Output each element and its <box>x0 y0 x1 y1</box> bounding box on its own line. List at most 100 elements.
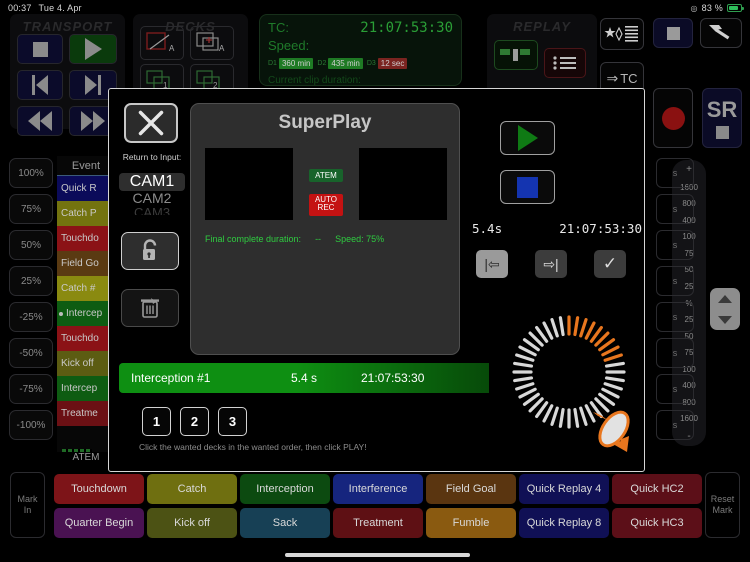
event-button-touchdown[interactable]: Touchdown <box>54 474 144 504</box>
event-button-quick-replay-4[interactable]: Quick Replay 4 <box>519 474 609 504</box>
list-item-selected[interactable]: Intercep <box>57 301 115 326</box>
deck-button-a-plus[interactable]: A <box>190 26 234 60</box>
event-button-fumble[interactable]: Fumble <box>426 508 516 538</box>
replay-inout-button[interactable] <box>494 40 538 70</box>
event-button-interception[interactable]: Interception <box>240 474 330 504</box>
list-item[interactable]: Kick off <box>57 351 115 376</box>
side-slot-button[interactable]: s <box>656 194 694 224</box>
side-slot-button[interactable]: s <box>656 230 694 260</box>
confirm-button[interactable]: ✓ <box>594 250 626 278</box>
play-button[interactable] <box>69 34 117 64</box>
event-list[interactable]: Event Quick R Catch P Touchdo Field Go C… <box>57 156 115 452</box>
goto-tc-label: TC <box>620 70 638 86</box>
event-button-catch[interactable]: Catch <box>147 474 237 504</box>
side-slot-button[interactable]: s <box>656 374 694 404</box>
list-item[interactable]: Quick R <box>57 176 115 201</box>
speed-button-7[interactable]: -100% <box>9 410 53 440</box>
list-item[interactable]: Catch # <box>57 276 115 301</box>
event-button-quarter-begin[interactable]: Quarter Begin <box>54 508 144 538</box>
tc-label: TC: <box>268 20 289 35</box>
jog-tick <box>573 316 580 337</box>
jog-tick <box>573 407 580 428</box>
speed-button-2[interactable]: 50% <box>9 230 53 260</box>
skip-back-icon <box>32 75 48 95</box>
rewind-button[interactable] <box>17 106 63 136</box>
list-item[interactable]: Touchdo <box>57 326 115 351</box>
video-preview-right[interactable] <box>359 148 447 220</box>
svg-text:A: A <box>219 44 225 53</box>
lock-button[interactable] <box>121 232 179 270</box>
jump-end-button[interactable]: ⇨| <box>535 250 567 278</box>
side-slot-button[interactable]: s <box>656 266 694 296</box>
clip-name: Interception #1 <box>131 371 211 385</box>
clip-duration-value: 5.4s <box>472 221 503 236</box>
event-button-field-goal[interactable]: Field Goal <box>426 474 516 504</box>
deck-order-button-3[interactable]: 3 <box>218 407 247 436</box>
stop-button[interactable] <box>17 34 63 64</box>
side-slot-button[interactable]: s <box>656 158 694 188</box>
speed-button-0[interactable]: 100% <box>9 158 53 188</box>
side-slot-button[interactable]: s <box>656 410 694 440</box>
clip-duration-label: Current clip duration: <box>268 75 361 86</box>
superplay-dialog: Return to Input: CAM1 CAM2 CAM3 SuperPla… <box>108 88 645 472</box>
event-button-quick-replay-8[interactable]: Quick Replay 8 <box>519 508 609 538</box>
superplay-stop-button[interactable] <box>500 170 555 204</box>
jog-tick <box>558 316 565 337</box>
return-to-input-label: Return to Input: <box>122 152 182 162</box>
event-button-interference[interactable]: Interference <box>333 474 423 504</box>
jog-tick <box>579 318 588 338</box>
deck-chip-d1: D1 360 min <box>268 58 314 69</box>
favorites-list-button[interactable] <box>600 18 644 50</box>
triangle-down-icon[interactable] <box>718 315 732 324</box>
list-item[interactable]: Touchdo <box>57 226 115 251</box>
camera-picker[interactable]: CAM1 CAM2 CAM3 <box>119 173 185 215</box>
event-button-kick-off[interactable]: Kick off <box>147 508 237 538</box>
speed-button-3[interactable]: 25% <box>9 266 53 296</box>
side-slot-button[interactable]: s <box>656 302 694 332</box>
list-item[interactable]: Field Go <box>57 251 115 276</box>
previous-button[interactable] <box>17 70 63 100</box>
jog-wheel[interactable] <box>489 294 649 454</box>
triangle-up-icon[interactable] <box>718 294 732 303</box>
speed-button-5[interactable]: -50% <box>9 338 53 368</box>
trash-icon <box>141 298 159 318</box>
close-button[interactable] <box>124 103 178 143</box>
jump-start-button[interactable]: |⇦ <box>476 250 508 278</box>
list-item[interactable]: Intercep <box>57 376 115 401</box>
deck-order-button-2[interactable]: 2 <box>180 407 209 436</box>
jog-tick <box>604 361 625 368</box>
record-button[interactable] <box>653 88 693 148</box>
list-item[interactable]: Treatme <box>57 401 115 426</box>
hammer-button[interactable] <box>700 18 742 48</box>
home-indicator <box>285 553 470 557</box>
event-list-header: Event <box>57 156 115 176</box>
speed-button-1[interactable]: 75% <box>9 194 53 224</box>
side-slot-button[interactable]: s <box>656 338 694 368</box>
selected-clip-bar[interactable]: Interception #1 5.4 s 21:07:53:30 <box>119 363 489 393</box>
speed-stepper[interactable] <box>710 288 740 330</box>
reset-mark-button[interactable]: Reset Mark <box>705 472 740 538</box>
close-x-icon <box>138 110 164 136</box>
event-button-treatment[interactable]: Treatment <box>333 508 423 538</box>
speed-button-6[interactable]: -75% <box>9 374 53 404</box>
list-item[interactable]: Catch P <box>57 201 115 226</box>
superplay-play-button[interactable] <box>500 121 555 155</box>
speed-button-4[interactable]: -25% <box>9 302 53 332</box>
replay-list-button[interactable] <box>544 48 586 78</box>
camera-option[interactable]: CAM2 <box>119 191 185 206</box>
deck-a-plus-icon: A <box>196 32 225 53</box>
deck-order-button-1[interactable]: 1 <box>142 407 171 436</box>
event-button-sack[interactable]: Sack <box>240 508 330 538</box>
sr-button[interactable]: SR <box>702 88 742 148</box>
camera-option[interactable]: CAM3 <box>119 206 185 215</box>
jog-tick <box>601 387 620 399</box>
video-preview-left[interactable] <box>205 148 293 220</box>
list-icon <box>553 56 576 70</box>
mark-in-button[interactable]: Mark In <box>10 472 45 538</box>
event-button-quick-hc2[interactable]: Quick HC2 <box>612 474 702 504</box>
camera-option-selected[interactable]: CAM1 <box>119 173 185 191</box>
event-button-quick-hc3[interactable]: Quick HC3 <box>612 508 702 538</box>
deck-button-a-red[interactable]: A <box>140 26 184 60</box>
stop-square-button[interactable] <box>653 18 693 48</box>
delete-button[interactable] <box>121 289 179 327</box>
